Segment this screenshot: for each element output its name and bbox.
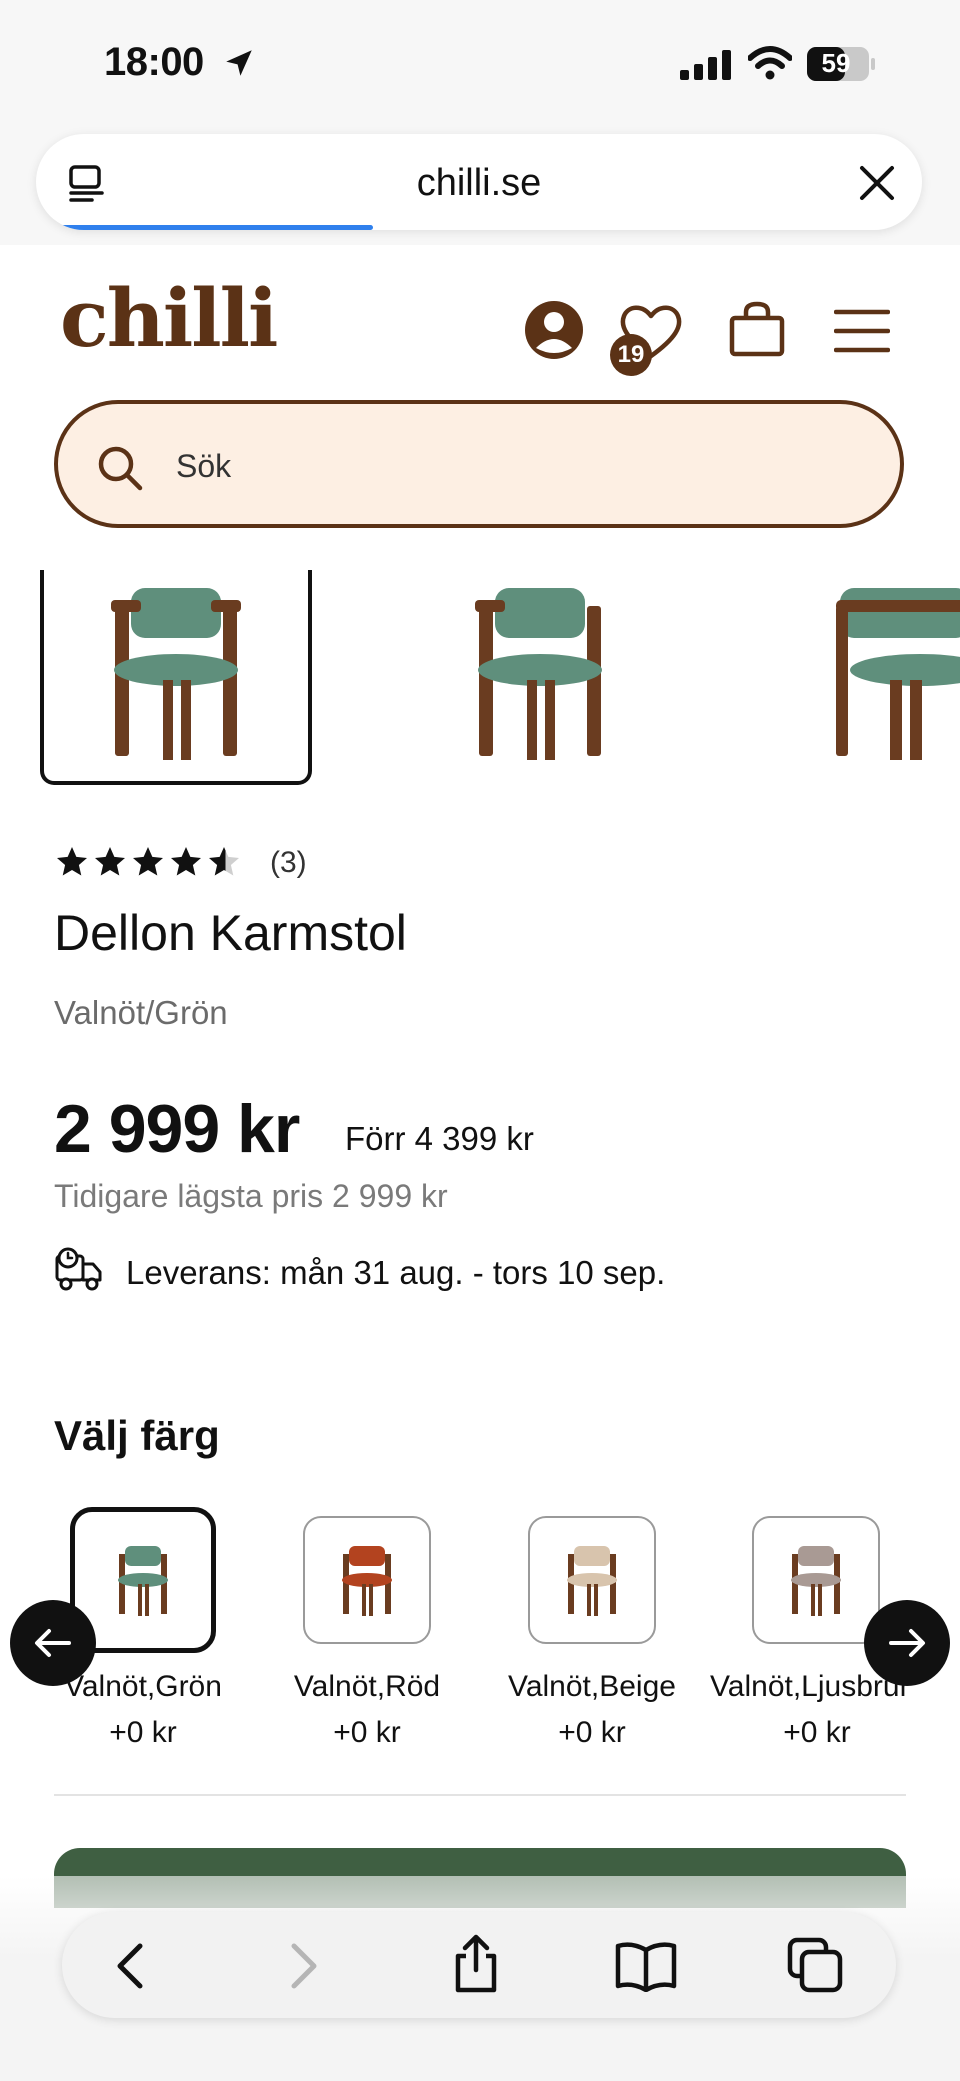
gallery-thumbnail-3[interactable] [830, 570, 960, 785]
search-input[interactable]: Sök [54, 400, 904, 528]
color-option-price: +0 kr [558, 1716, 626, 1749]
color-option-lightbrown[interactable] [752, 1516, 880, 1644]
carousel-next-button[interactable] [864, 1600, 950, 1686]
share-icon[interactable] [450, 1934, 502, 1994]
chair-image [475, 588, 602, 760]
url-text[interactable]: chilli.se [36, 162, 922, 205]
account-icon[interactable] [524, 300, 584, 360]
delivery-estimate: Leverans: mån 31 aug. - tors 10 sep. [126, 1254, 666, 1291]
swatch-chair-image [342, 1546, 392, 1616]
product-title: Dellon Karmstol [54, 905, 407, 961]
back-icon[interactable] [106, 1940, 158, 1992]
swatch-chair-image [118, 1546, 168, 1616]
forward-icon[interactable] [276, 1940, 328, 1992]
tabs-icon[interactable] [786, 1936, 844, 1994]
color-option-beige[interactable] [528, 1516, 656, 1644]
wifi-icon [748, 46, 792, 80]
battery-level: 59 [821, 48, 851, 78]
search-icon [98, 446, 143, 491]
page-load-progress [36, 225, 373, 230]
chair-image [836, 588, 960, 760]
browser-toolbar [62, 1912, 896, 2018]
arrow-left-icon [35, 1629, 71, 1657]
bookmarks-icon[interactable] [614, 1940, 678, 1992]
rating-stars[interactable] [54, 844, 242, 884]
carousel-prev-button[interactable] [10, 1600, 96, 1686]
menu-icon[interactable] [834, 306, 890, 356]
gallery-thumbnail-2[interactable] [440, 570, 640, 785]
arrow-right-icon [889, 1629, 925, 1657]
star-full-icon [57, 847, 87, 876]
status-time: 18:00 [104, 40, 204, 84]
color-heading: Välj färg [54, 1412, 220, 1459]
search-placeholder: Sök [176, 448, 232, 484]
star-full-icon [95, 847, 125, 876]
product-variant: Valnöt/Grön [54, 994, 228, 1031]
color-option-red[interactable] [303, 1516, 431, 1644]
star-full-icon [133, 847, 163, 876]
color-option-label[interactable]: Valnöt,Röd [262, 1670, 472, 1704]
bag-icon[interactable] [728, 300, 786, 358]
close-icon[interactable] [858, 164, 896, 202]
chair-image [111, 588, 241, 760]
product-price: 2 999 kr [54, 1091, 300, 1167]
star-full-icon [171, 847, 201, 876]
swatch-chair-image [567, 1546, 617, 1616]
swatch-chair-image [791, 1546, 841, 1616]
browser-address-area: chilli.se [0, 125, 960, 245]
color-option-price: +0 kr [109, 1716, 177, 1749]
status-bar: 18:00 59 [0, 0, 960, 125]
old-price: Förr 4 399 kr [345, 1120, 534, 1157]
address-bar[interactable]: chilli.se [36, 134, 922, 230]
lowest-price-note: Tidigare lägsta pris 2 999 kr [54, 1178, 448, 1214]
star-half-icon [209, 847, 239, 876]
color-option-label[interactable]: Valnöt,Beige [487, 1670, 697, 1704]
delivery-truck-icon [55, 1247, 102, 1291]
wishlist-count-badge: 19 [610, 334, 652, 376]
site-logo[interactable]: chilli [60, 278, 278, 358]
color-option-price: +0 kr [333, 1716, 401, 1749]
divider [54, 1794, 906, 1796]
location-arrow-icon [226, 50, 252, 76]
cellular-signal-icon [680, 50, 731, 80]
color-option-price: +0 kr [783, 1716, 851, 1749]
gallery-thumbnail-1[interactable] [40, 570, 312, 785]
review-count[interactable]: (3) [270, 846, 307, 880]
